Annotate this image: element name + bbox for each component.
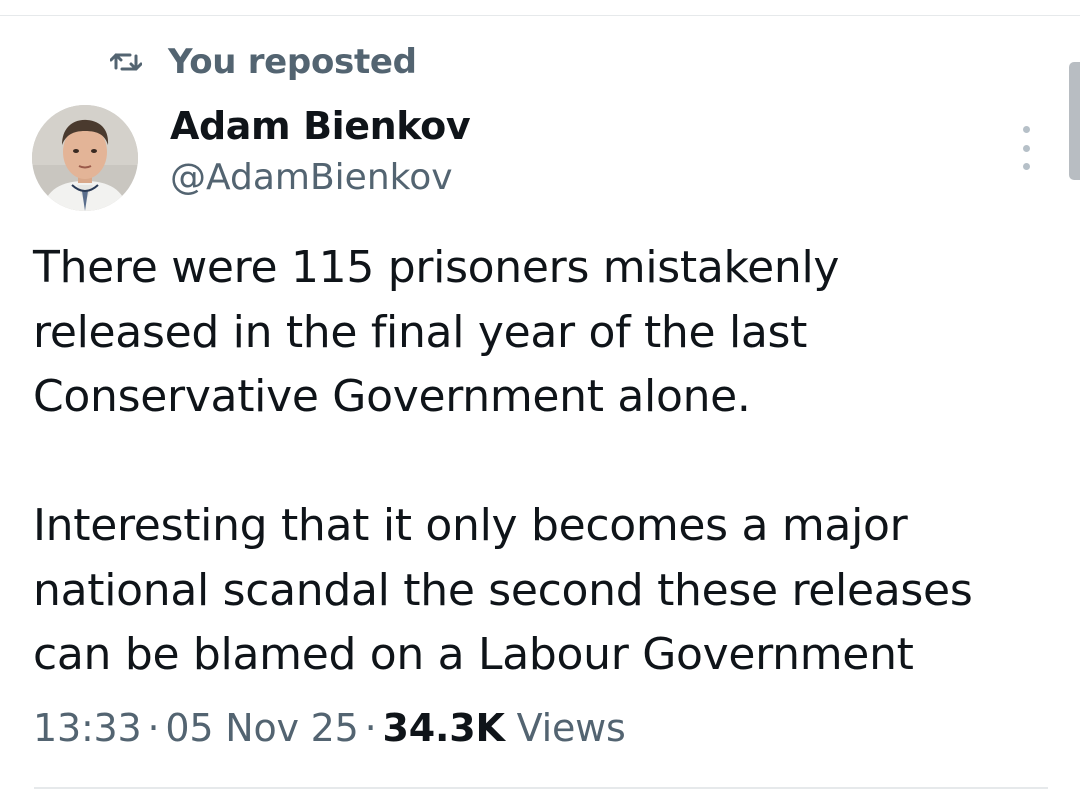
menu-dot bbox=[1022, 144, 1030, 152]
repost-label: You reposted bbox=[168, 42, 417, 82]
meta-separator: · bbox=[147, 706, 160, 750]
tweet-paragraph: Interesting that it only becomes a major… bbox=[33, 500, 973, 680]
tweet-text: There were 115 prisoners mistakenly rele… bbox=[33, 236, 1053, 688]
scrollbar[interactable] bbox=[1069, 62, 1080, 180]
author-display-name[interactable]: Adam Bienkov bbox=[170, 104, 471, 148]
menu-dot bbox=[1022, 163, 1030, 170]
avatar[interactable] bbox=[32, 105, 138, 211]
tweet-meta: 13:33 · 05 Nov 25 · 34.3K Views bbox=[33, 706, 626, 750]
top-divider bbox=[0, 15, 1080, 16]
meta-separator: · bbox=[364, 706, 377, 750]
repost-icon bbox=[109, 46, 143, 78]
bottom-divider bbox=[34, 787, 1048, 789]
tweet-paragraph: There were 115 prisoners mistakenly rele… bbox=[33, 242, 840, 422]
views-count[interactable]: 34.3K bbox=[383, 706, 505, 750]
author-handle[interactable]: @AdamBienkov bbox=[170, 157, 453, 198]
tweet-time[interactable]: 13:33 bbox=[33, 706, 142, 750]
repost-indicator: You reposted bbox=[109, 40, 417, 84]
views-label[interactable]: Views bbox=[517, 706, 626, 750]
more-vertical-icon[interactable] bbox=[1010, 126, 1042, 170]
menu-dot bbox=[1022, 126, 1030, 133]
tweet-date[interactable]: 05 Nov 25 bbox=[165, 706, 358, 750]
